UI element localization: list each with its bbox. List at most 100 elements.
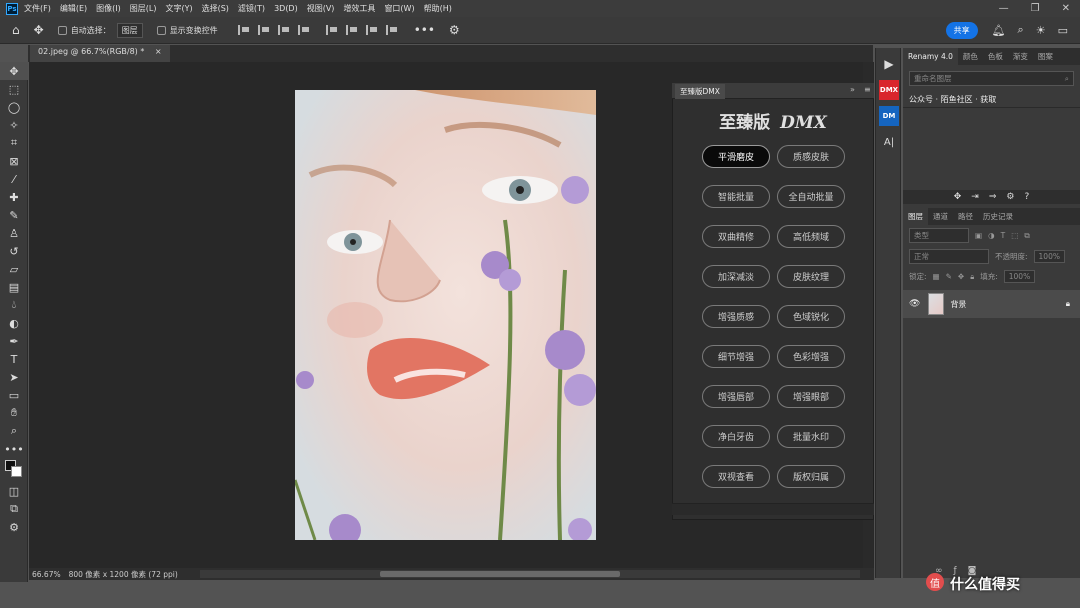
- dmx-plugin-icon[interactable]: DMX: [879, 80, 899, 100]
- rename-layer-input[interactable]: 重命名图层 ⌕: [909, 71, 1074, 86]
- arrow-right-icon[interactable]: ⇒: [989, 192, 997, 202]
- tab-history[interactable]: 历史记录: [978, 211, 1018, 222]
- frame-tool-icon[interactable]: ⊠: [0, 152, 28, 170]
- background-color-swatch[interactable]: [11, 466, 22, 477]
- filter-type-icon[interactable]: T: [1001, 231, 1006, 240]
- zoom-tool-icon[interactable]: ⌕: [0, 422, 28, 440]
- history-brush-tool-icon[interactable]: ↺: [0, 242, 28, 260]
- dmx-button[interactable]: 双曲精修: [702, 225, 770, 248]
- minimize-icon[interactable]: —: [999, 3, 1009, 14]
- visibility-eye-icon[interactable]: 👁︎: [909, 299, 920, 309]
- tab-paths[interactable]: 路径: [953, 211, 978, 222]
- dmx-button[interactable]: 增强眼部: [777, 385, 845, 408]
- dmx-button[interactable]: 净白牙齿: [702, 425, 770, 448]
- lasso-tool-icon[interactable]: ◯: [0, 98, 28, 116]
- tab-channels[interactable]: 通道: [928, 211, 953, 222]
- menu-3d[interactable]: 3D(D): [274, 4, 298, 13]
- dmx-button[interactable]: 皮肤纹理: [777, 265, 845, 288]
- workspace-icon[interactable]: ▭: [1058, 24, 1068, 37]
- move-handle-icon[interactable]: ✥: [954, 192, 962, 202]
- quick-mask-icon[interactable]: ◫: [0, 482, 28, 500]
- menu-edit[interactable]: 编辑(E): [60, 3, 87, 14]
- restore-icon[interactable]: ❐: [1031, 3, 1040, 14]
- dmx-panel-tab[interactable]: 至臻版DMX: [675, 84, 725, 99]
- tab-swatches[interactable]: 色板: [983, 51, 1008, 62]
- gradient-tool-icon[interactable]: ▤: [0, 278, 28, 296]
- hand-tool-icon[interactable]: ✋︎: [0, 404, 28, 422]
- rectangle-tool-icon[interactable]: ▭: [0, 386, 28, 404]
- dm-plugin-icon[interactable]: DM: [879, 106, 899, 126]
- move-tool-icon[interactable]: ✥: [34, 23, 44, 37]
- tab-gradients[interactable]: 渐变: [1008, 51, 1033, 62]
- bell-icon[interactable]: 🔔︎: [992, 24, 1006, 37]
- settings-icon[interactable]: ⚙: [1006, 192, 1014, 202]
- document-tab-close-icon[interactable]: ×: [155, 47, 162, 56]
- dmx-panel-scrollbar[interactable]: [672, 503, 874, 515]
- menu-help[interactable]: 帮助(H): [424, 3, 452, 14]
- dmx-button[interactable]: 平滑磨皮: [702, 145, 770, 168]
- menu-type[interactable]: 文字(Y): [165, 3, 192, 14]
- align-bottom-icon[interactable]: [365, 25, 378, 35]
- more-options-icon[interactable]: •••: [414, 23, 435, 37]
- dmx-button[interactable]: 双视查看: [702, 465, 770, 488]
- blend-mode-select[interactable]: 正常: [909, 249, 989, 264]
- tab-renamy[interactable]: Renamy 4.0: [903, 48, 958, 65]
- home-icon[interactable]: ⌂: [12, 23, 20, 37]
- dmx-button[interactable]: 增强质感: [702, 305, 770, 328]
- align-middle-icon[interactable]: [345, 25, 358, 35]
- tab-patterns[interactable]: 图案: [1033, 51, 1058, 62]
- close-icon[interactable]: ✕: [1062, 3, 1070, 14]
- panel-collapse-icon[interactable]: »: [850, 85, 855, 94]
- fill-input[interactable]: 100%: [1003, 270, 1036, 283]
- dmx-button[interactable]: 增强唇部: [702, 385, 770, 408]
- clone-stamp-tool-icon[interactable]: ♙: [0, 224, 28, 242]
- more-tools-icon[interactable]: •••: [0, 440, 28, 458]
- layer-row-background[interactable]: 👁︎ 背景 🔒︎: [903, 290, 1080, 318]
- quick-action-icon[interactable]: ⚙: [0, 518, 28, 536]
- dmx-button[interactable]: 全自动批量: [777, 185, 845, 208]
- show-transform-checkbox[interactable]: [156, 25, 166, 35]
- gear-icon[interactable]: ⚙: [449, 23, 460, 37]
- path-selection-tool-icon[interactable]: ➤: [0, 368, 28, 386]
- menu-plugins[interactable]: 增效工具: [343, 3, 375, 14]
- auto-select-checkbox[interactable]: [57, 25, 67, 35]
- color-swatches[interactable]: [0, 458, 28, 482]
- lock-paint-icon[interactable]: ✎: [946, 272, 952, 281]
- help-icon[interactable]: ?: [1024, 192, 1029, 202]
- menu-file[interactable]: 文件(F): [24, 3, 51, 14]
- dmx-button[interactable]: 加深减淡: [702, 265, 770, 288]
- blur-tool-icon[interactable]: 💧︎: [0, 296, 28, 314]
- distribute-icon[interactable]: [385, 25, 398, 35]
- align-left-icon[interactable]: [237, 25, 250, 35]
- forward-icon[interactable]: ⇥: [971, 192, 979, 202]
- align-center-h-icon[interactable]: [257, 25, 270, 35]
- search-icon[interactable]: ⌕: [1018, 23, 1024, 37]
- filter-adjust-icon[interactable]: ◑: [988, 231, 995, 240]
- dodge-tool-icon[interactable]: ◐: [0, 314, 28, 332]
- dmx-button[interactable]: 高低频域: [777, 225, 845, 248]
- zoom-level[interactable]: 66.67%: [32, 570, 61, 579]
- document-tab[interactable]: 02.jpeg @ 66.7%(RGB/8) * ×: [30, 45, 170, 62]
- lock-position-icon[interactable]: ✥: [958, 272, 964, 281]
- menu-filter[interactable]: 滤镜(T): [238, 3, 265, 14]
- dmx-button[interactable]: 色彩增强: [777, 345, 845, 368]
- eraser-tool-icon[interactable]: ▱: [0, 260, 28, 278]
- dmx-button[interactable]: 细节增强: [702, 345, 770, 368]
- move-tool-icon[interactable]: ✥: [0, 62, 28, 80]
- dmx-button[interactable]: 版权归属: [777, 465, 845, 488]
- dmx-button[interactable]: 批量水印: [777, 425, 845, 448]
- align-top-icon[interactable]: [325, 25, 338, 35]
- dmx-button[interactable]: 智能批量: [702, 185, 770, 208]
- menu-image[interactable]: 图像(I): [96, 3, 121, 14]
- magic-wand-tool-icon[interactable]: ✧: [0, 116, 28, 134]
- layer-kind-filter[interactable]: 类型: [909, 228, 969, 243]
- character-panel-icon[interactable]: A|: [879, 132, 899, 152]
- share-button[interactable]: 共享: [945, 21, 978, 39]
- horizontal-scroll-thumb[interactable]: [380, 571, 620, 577]
- type-tool-icon[interactable]: T: [0, 350, 28, 368]
- filter-shape-icon[interactable]: ⬚: [1011, 231, 1018, 240]
- screen-mode-icon[interactable]: ⧉: [0, 500, 28, 518]
- healing-brush-tool-icon[interactable]: ✚: [0, 188, 28, 206]
- dmx-button[interactable]: 质感皮肤: [777, 145, 845, 168]
- eyedropper-tool-icon[interactable]: ⁄: [0, 170, 28, 188]
